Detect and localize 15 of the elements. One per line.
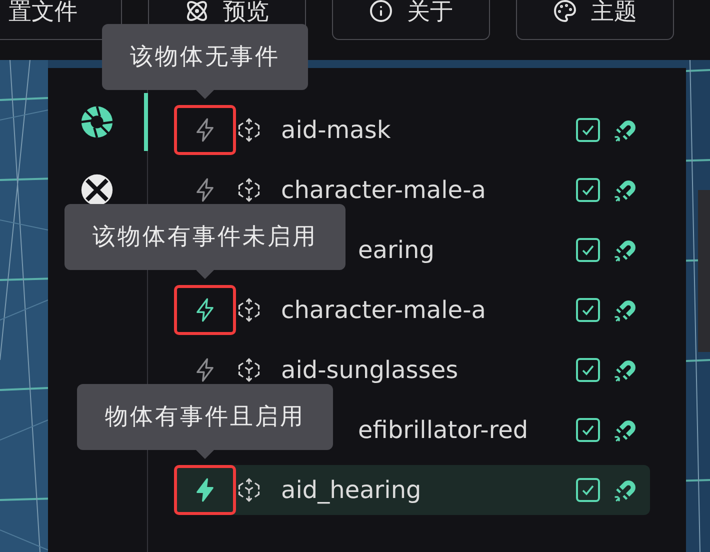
object-row[interactable]: aid_hearing: [174, 465, 650, 515]
object-name: character-male-a: [281, 176, 486, 204]
object-name: earing: [358, 236, 434, 264]
toolbar-button[interactable]: 关于: [332, 0, 490, 40]
tooltip: 该物体无事件: [102, 24, 308, 90]
object-row[interactable]: character-male-a: [174, 285, 650, 335]
toolbar-button[interactable]: 置文件: [0, 0, 122, 40]
object-name: efibrillator-red: [358, 416, 528, 444]
tooltip: 物体有事件且启用: [77, 384, 333, 450]
object-name: character-male-a: [281, 296, 486, 324]
object-row[interactable]: aid-mask: [174, 105, 650, 155]
object-name: aid_hearing: [281, 476, 422, 504]
object-name: aid-sunglasses: [281, 356, 458, 384]
object-name: aid-mask: [281, 116, 391, 144]
tooltip: 该物体有事件未启用: [64, 204, 346, 270]
